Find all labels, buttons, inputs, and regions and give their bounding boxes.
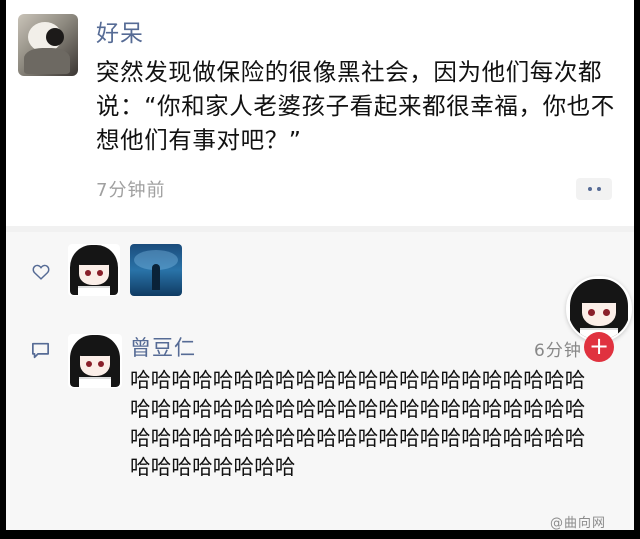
commenter-name[interactable]: 曾豆仁 bbox=[130, 332, 196, 362]
moments-screen: 好呆 突然发现做保险的很像黑社会，因为他们每次都说：“你和家人老婆孩子看起来都很… bbox=[6, 0, 634, 539]
comment-timestamp: 6分钟 bbox=[534, 341, 582, 361]
commenter-avatar[interactable] bbox=[68, 334, 122, 388]
post-content: 突然发现做保险的很像黑社会，因为他们每次都说：“你和家人老婆孩子看起来都很幸福，… bbox=[96, 58, 615, 154]
bottom-bar bbox=[0, 530, 640, 539]
liker-avatar-underwater[interactable] bbox=[130, 244, 182, 296]
comment-icon bbox=[32, 342, 49, 359]
comment-text[interactable]: 哈哈哈哈哈哈哈哈哈哈哈哈哈哈哈哈哈哈哈哈哈哈哈哈哈哈哈哈哈哈哈哈哈哈哈哈哈哈哈哈… bbox=[130, 366, 606, 482]
post-author-name[interactable]: 好呆 bbox=[96, 14, 144, 48]
more-options-button[interactable] bbox=[576, 178, 612, 200]
add-plus-button[interactable]: + bbox=[584, 332, 614, 362]
post-author-avatar[interactable] bbox=[18, 14, 78, 76]
likes-section bbox=[6, 232, 634, 314]
post-timestamp: 7分钟前 bbox=[96, 180, 166, 201]
comments-section: 曾豆仁 6分钟 哈哈哈哈哈哈哈哈哈哈哈哈哈哈哈哈哈哈哈哈哈哈哈哈哈哈哈哈哈哈哈哈… bbox=[6, 314, 634, 539]
heart-icon bbox=[32, 264, 50, 280]
more-dots-icon bbox=[587, 187, 592, 191]
liker-avatar-anime-girl[interactable] bbox=[68, 244, 120, 296]
watermark: @曲向网 bbox=[550, 516, 607, 531]
